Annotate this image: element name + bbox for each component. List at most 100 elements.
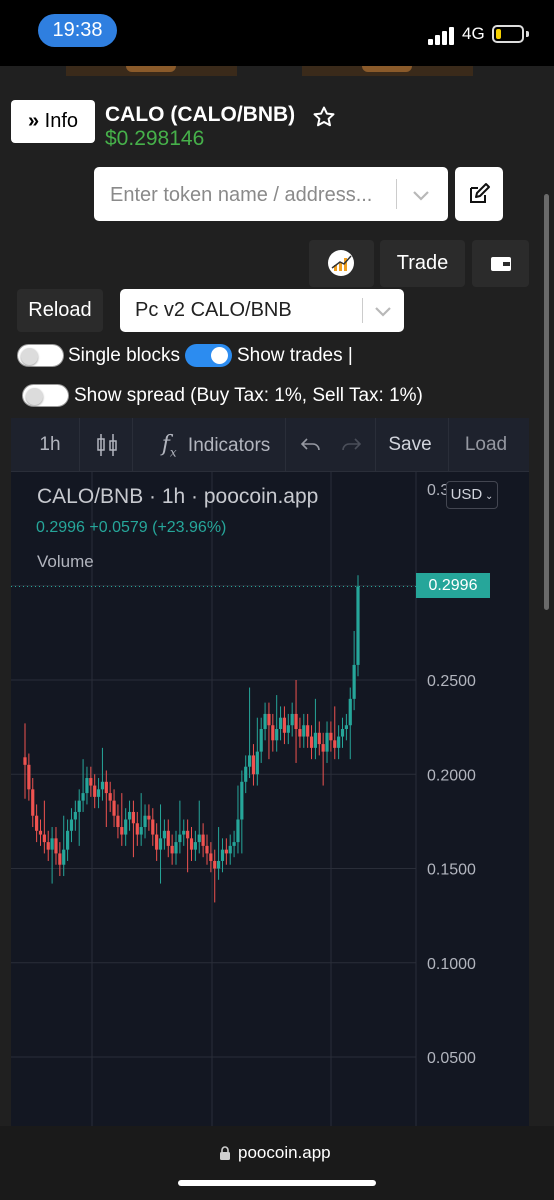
candle-body <box>309 736 314 748</box>
candle-body <box>321 744 325 752</box>
trade-button[interactable]: Trade <box>380 240 465 287</box>
candle-body <box>31 789 35 816</box>
candle-body <box>35 815 39 831</box>
candle-body <box>263 713 267 730</box>
fx-icon: fx <box>161 432 177 460</box>
show-spread-toggle[interactable] <box>22 384 69 407</box>
show-trades-toggle[interactable] <box>185 344 232 367</box>
info-button[interactable]: » Info <box>11 100 95 143</box>
candle-body <box>197 834 201 843</box>
candle-body <box>104 781 108 794</box>
candle-body <box>313 732 318 748</box>
chevron-down-icon[interactable] <box>410 184 432 206</box>
token-search-input[interactable] <box>108 167 392 223</box>
candle-body <box>131 811 136 824</box>
candle-body <box>255 751 259 775</box>
chart-legend-title: CALO/BNB · 1h · poocoin.app <box>37 485 319 508</box>
undo-icon[interactable] <box>296 418 326 472</box>
currency-button[interactable]: USD ⌄ <box>446 481 498 509</box>
redo-icon[interactable] <box>336 418 366 472</box>
candle-body <box>127 811 132 820</box>
chart-legend-values: 0.2996 +0.0579 (+23.96%) <box>36 519 227 536</box>
lock-icon <box>220 1146 230 1160</box>
edit-icon <box>470 183 490 203</box>
status-time: 19:38 <box>38 14 117 47</box>
candle-body <box>209 853 213 861</box>
candle-body <box>205 845 209 854</box>
candle-body <box>340 729 345 737</box>
candle-body <box>240 781 244 820</box>
price-tick-label: 0.2000 <box>427 767 476 784</box>
double-chevron-right-icon: » <box>27 110 40 132</box>
signal-icon <box>428 27 456 45</box>
candlestick-icon <box>97 434 117 456</box>
page-scrollbar[interactable] <box>544 194 549 610</box>
candle-body <box>139 827 143 835</box>
candle-body <box>294 713 298 730</box>
candle-body <box>333 740 337 748</box>
banner-image[interactable] <box>66 66 237 76</box>
candle-body <box>278 717 283 730</box>
candle-style-button[interactable] <box>91 418 123 472</box>
candle-body <box>54 838 58 854</box>
candle-body <box>232 842 236 846</box>
candle-body <box>23 757 27 765</box>
candle-body <box>325 732 329 752</box>
browser-url-bar[interactable] <box>0 1126 554 1200</box>
candle-body <box>275 729 279 741</box>
single-blocks-toggle[interactable] <box>17 344 64 367</box>
save-button[interactable]: Save <box>381 418 439 472</box>
pair-select[interactable]: Pc v2 CALO/BNB <box>120 289 404 332</box>
candle-body <box>85 778 89 794</box>
candle-body <box>42 834 46 843</box>
candle-body <box>116 815 120 828</box>
candle-body <box>65 830 70 850</box>
candle-body <box>189 838 194 850</box>
edit-button[interactable] <box>455 167 503 221</box>
price-tick-label: 0.0500 <box>427 1050 476 1067</box>
price-tick-label: 0.2500 <box>427 673 476 690</box>
load-button[interactable]: Load <box>455 418 517 472</box>
candle-body <box>186 830 190 839</box>
candle-body <box>50 838 54 850</box>
candle-body <box>143 815 147 828</box>
candle-body <box>158 838 163 850</box>
chart-logo-button[interactable] <box>309 240 374 287</box>
price-tick-label: 0.1500 <box>427 862 476 879</box>
banner-image[interactable] <box>302 66 473 76</box>
candle-body <box>38 830 43 835</box>
candle-body <box>166 830 170 846</box>
candle-body <box>89 778 93 786</box>
show-trades-label: Show trades | <box>237 345 353 366</box>
candle-body <box>259 729 263 752</box>
candle-body <box>124 819 128 835</box>
wallet-icon <box>491 257 511 271</box>
candle-body <box>178 834 182 843</box>
home-indicator[interactable] <box>178 1180 376 1186</box>
reload-button[interactable]: Reload <box>17 289 103 332</box>
candle-body <box>236 819 240 843</box>
candle-body <box>282 717 287 733</box>
indicators-label: Indicators <box>187 435 271 456</box>
wallet-button[interactable] <box>472 240 529 287</box>
token-search-field[interactable] <box>94 167 448 223</box>
candle-body <box>170 845 174 854</box>
candle-body <box>337 736 341 748</box>
indicators-button[interactable]: fx Indicators <box>141 418 291 472</box>
chevron-down-icon: ⌄ <box>482 491 494 502</box>
candle-body <box>162 830 166 839</box>
candle-body <box>108 793 112 801</box>
candle-body <box>244 766 248 782</box>
candle-body <box>302 725 306 737</box>
interval-button[interactable]: 1h <box>31 418 69 472</box>
candle-body <box>120 827 124 835</box>
star-icon[interactable] <box>312 105 336 129</box>
search-divider <box>396 179 397 209</box>
chevron-down-icon[interactable] <box>372 300 394 322</box>
candle-body <box>96 789 101 797</box>
candle-body <box>286 725 290 733</box>
candle-body <box>348 698 352 726</box>
candle-body <box>46 842 50 850</box>
candle-body <box>247 755 252 767</box>
candle-body <box>228 845 232 854</box>
